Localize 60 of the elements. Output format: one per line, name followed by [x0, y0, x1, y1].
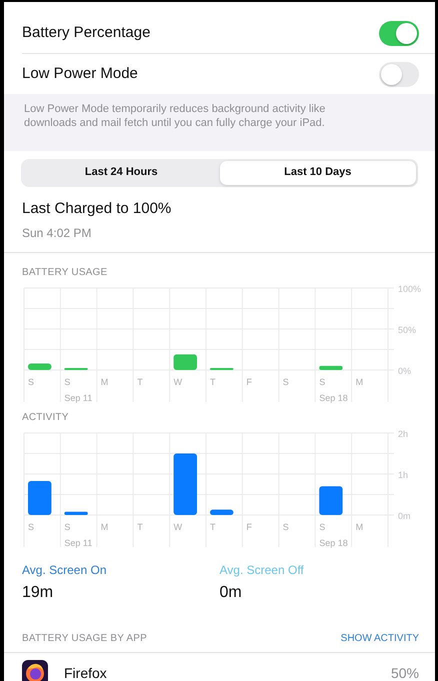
axis-label: 0m	[398, 511, 411, 522]
footnote-text: Low Power Mode temporarily reduces background activity like downloads and mail fetch until you can fully charge your iPad.	[4, 94, 435, 151]
setting-label: Low Power Mode	[22, 64, 138, 84]
axis-label: M	[100, 377, 108, 388]
axis-label: S	[64, 522, 70, 532]
toggle-switch[interactable]	[379, 62, 419, 86]
axis-label: M	[356, 377, 364, 388]
last-charged-time: Sun 4:02 PM	[22, 225, 92, 242]
chart-bar	[174, 454, 197, 516]
chart-bar	[319, 486, 343, 516]
axis-label: T	[210, 377, 216, 388]
axis-label: M	[356, 522, 364, 532]
toggle-switch[interactable]	[379, 21, 419, 46]
date-label: Sep 18	[319, 538, 348, 548]
axis-label: S	[282, 522, 289, 532]
axis-label: S	[319, 377, 326, 388]
date-label: Sep 11	[64, 393, 92, 404]
section-header: BATTERY USAGE BY APP	[22, 632, 147, 646]
chart-bar	[319, 366, 343, 370]
date-label: Sep 18	[319, 393, 348, 404]
axis-label: S	[64, 377, 70, 388]
stat-label: Avg. Screen On	[22, 562, 108, 580]
axis-label: 100%	[398, 284, 422, 294]
axis-label: S	[28, 522, 34, 532]
chart-bar	[210, 368, 234, 370]
axis-label: T	[137, 377, 143, 388]
segment-tab[interactable]: Last 10 Days	[220, 160, 416, 185]
section-header: BATTERY USAGE	[22, 266, 108, 280]
axis-label: S	[319, 522, 326, 532]
app-icon	[22, 660, 48, 681]
app-name: Firefox	[64, 664, 108, 681]
usage-percentage: 50%	[390, 664, 419, 681]
section-header: ACTIVITY	[22, 411, 70, 426]
chart-bar	[174, 354, 197, 370]
chart-bar	[28, 364, 52, 370]
stat-value: 0m	[220, 583, 243, 604]
stat-value: 19m	[22, 583, 54, 604]
axis-label: S	[282, 377, 289, 388]
show-activity-link[interactable]: SHOW ACTIVITY	[340, 631, 419, 646]
axis-label: 0%	[398, 366, 412, 376]
stat-label: Avg. Screen Off	[220, 562, 305, 580]
axis-label: S	[28, 377, 34, 388]
chart-bar	[210, 510, 234, 516]
chart-bar	[64, 368, 88, 370]
axis-label: 1h	[398, 470, 408, 480]
axis-label: W	[174, 377, 182, 388]
axis-label: W	[174, 522, 182, 532]
axis-label: F	[246, 522, 252, 532]
setting-label: Battery Percentage	[22, 23, 150, 44]
axis-label: T	[210, 522, 216, 532]
chart-bar	[28, 481, 52, 516]
last-charged-title: Last Charged to 100%	[22, 198, 172, 219]
axis-label: T	[137, 522, 143, 532]
segment-tab[interactable]: Last 24 Hours	[23, 160, 220, 185]
axis-label: 50%	[398, 325, 416, 336]
axis-label: 2h	[398, 429, 408, 440]
chart-bar	[64, 512, 88, 516]
axis-label: F	[246, 377, 252, 388]
axis-label: M	[100, 522, 108, 532]
date-label: Sep 11	[64, 538, 92, 548]
